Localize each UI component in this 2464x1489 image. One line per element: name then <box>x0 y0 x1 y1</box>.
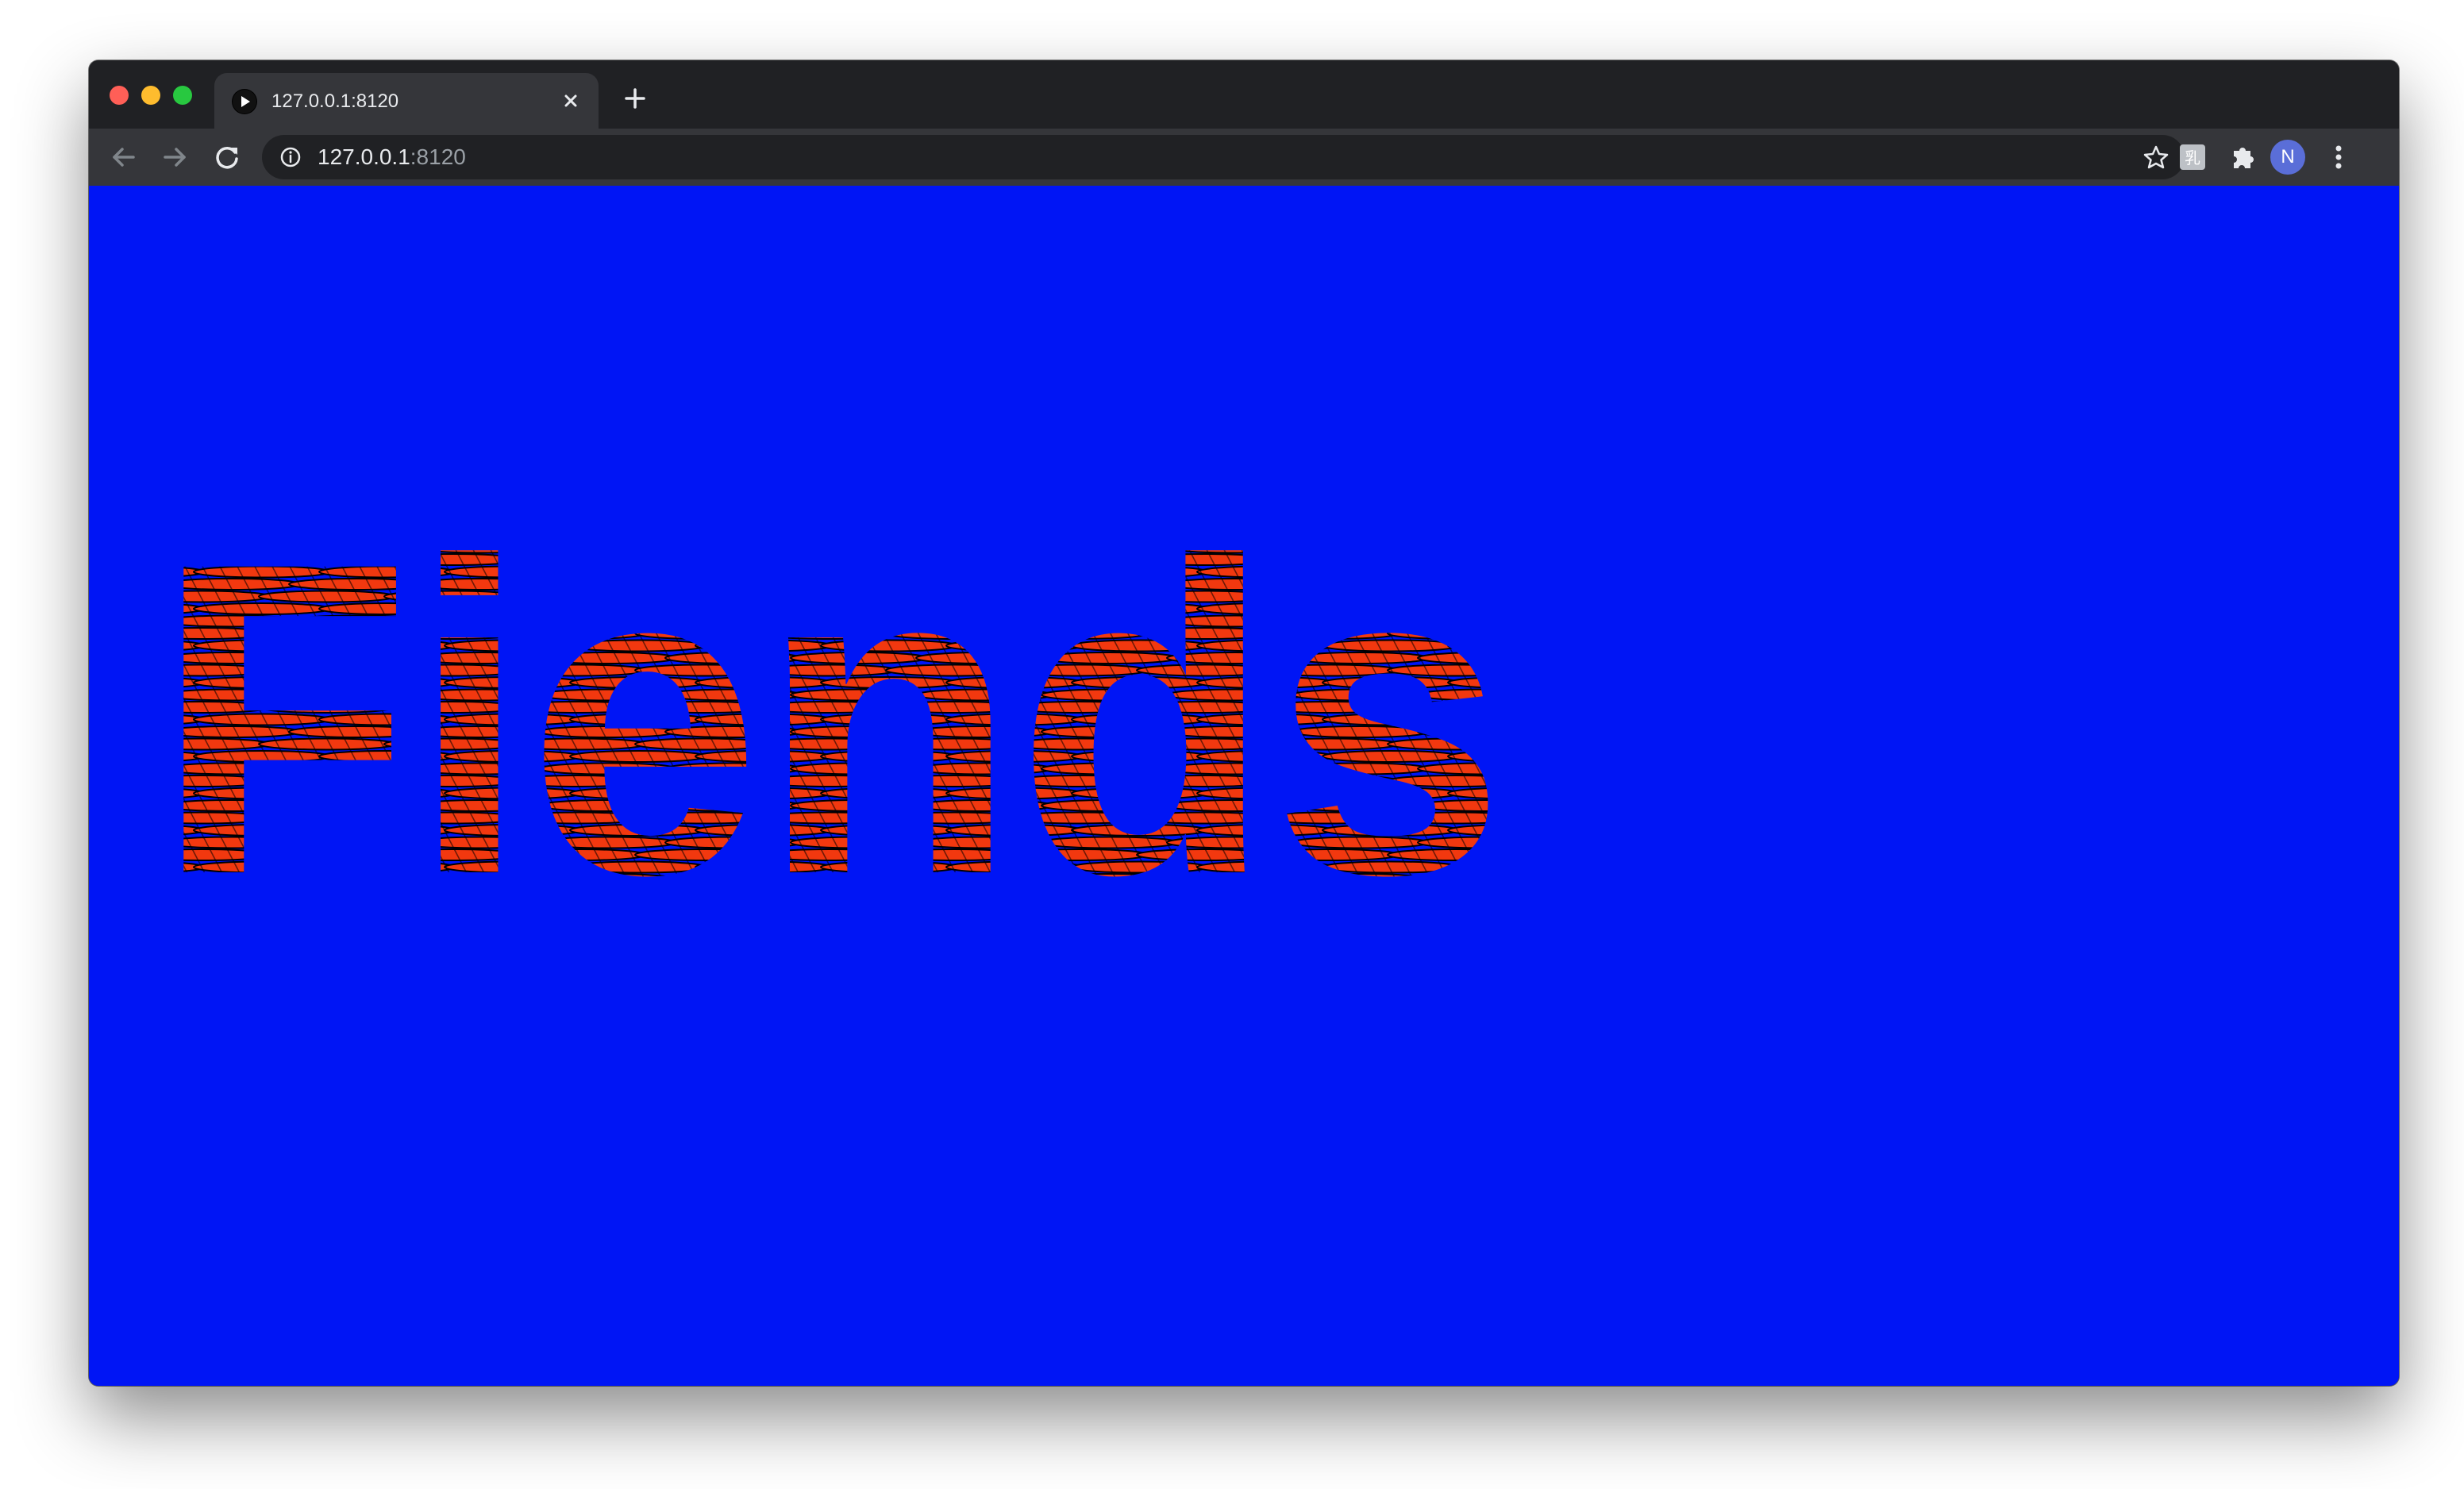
kebab-menu-icon[interactable] <box>2321 140 2356 175</box>
forward-arrow-icon[interactable] <box>156 138 194 176</box>
url-host: 127.0.0.1 <box>318 144 410 169</box>
play-icon <box>232 89 257 114</box>
tab-strip: 127.0.0.1:8120 <box>89 60 2399 129</box>
active-tab[interactable]: 127.0.0.1:8120 <box>214 73 599 129</box>
minimize-window-button[interactable] <box>141 86 160 105</box>
url-port: :8120 <box>410 144 466 169</box>
maximize-window-button[interactable] <box>173 86 192 105</box>
new-tab-plus-icon[interactable] <box>619 83 651 114</box>
page-canvas[interactable]: Fiends <box>89 186 2399 1386</box>
tab-title: 127.0.0.1:8120 <box>271 90 399 112</box>
extension-icon[interactable]: 乳 <box>2175 140 2210 175</box>
url-text[interactable]: 127.0.0.1:8120 <box>318 143 466 171</box>
close-tab-icon[interactable] <box>556 86 586 116</box>
ellipse-text-art: Fiends <box>89 186 2399 1386</box>
reload-icon[interactable] <box>208 138 246 176</box>
info-icon[interactable] <box>278 144 303 170</box>
svg-text:乳: 乳 <box>2185 148 2200 167</box>
address-bar[interactable]: 127.0.0.1:8120 <box>262 135 2185 179</box>
browser-window: 127.0.0.1:8120 127.0.0.1:8120 乳 N <box>89 60 2399 1386</box>
profile-avatar[interactable]: N <box>2270 140 2305 175</box>
close-window-button[interactable] <box>110 86 129 105</box>
puzzle-extensions-icon[interactable] <box>2226 140 2261 175</box>
bookmark-star-icon[interactable] <box>2142 143 2170 171</box>
browser-toolbar: 127.0.0.1:8120 乳 N <box>89 129 2399 186</box>
back-arrow-icon[interactable] <box>105 138 143 176</box>
